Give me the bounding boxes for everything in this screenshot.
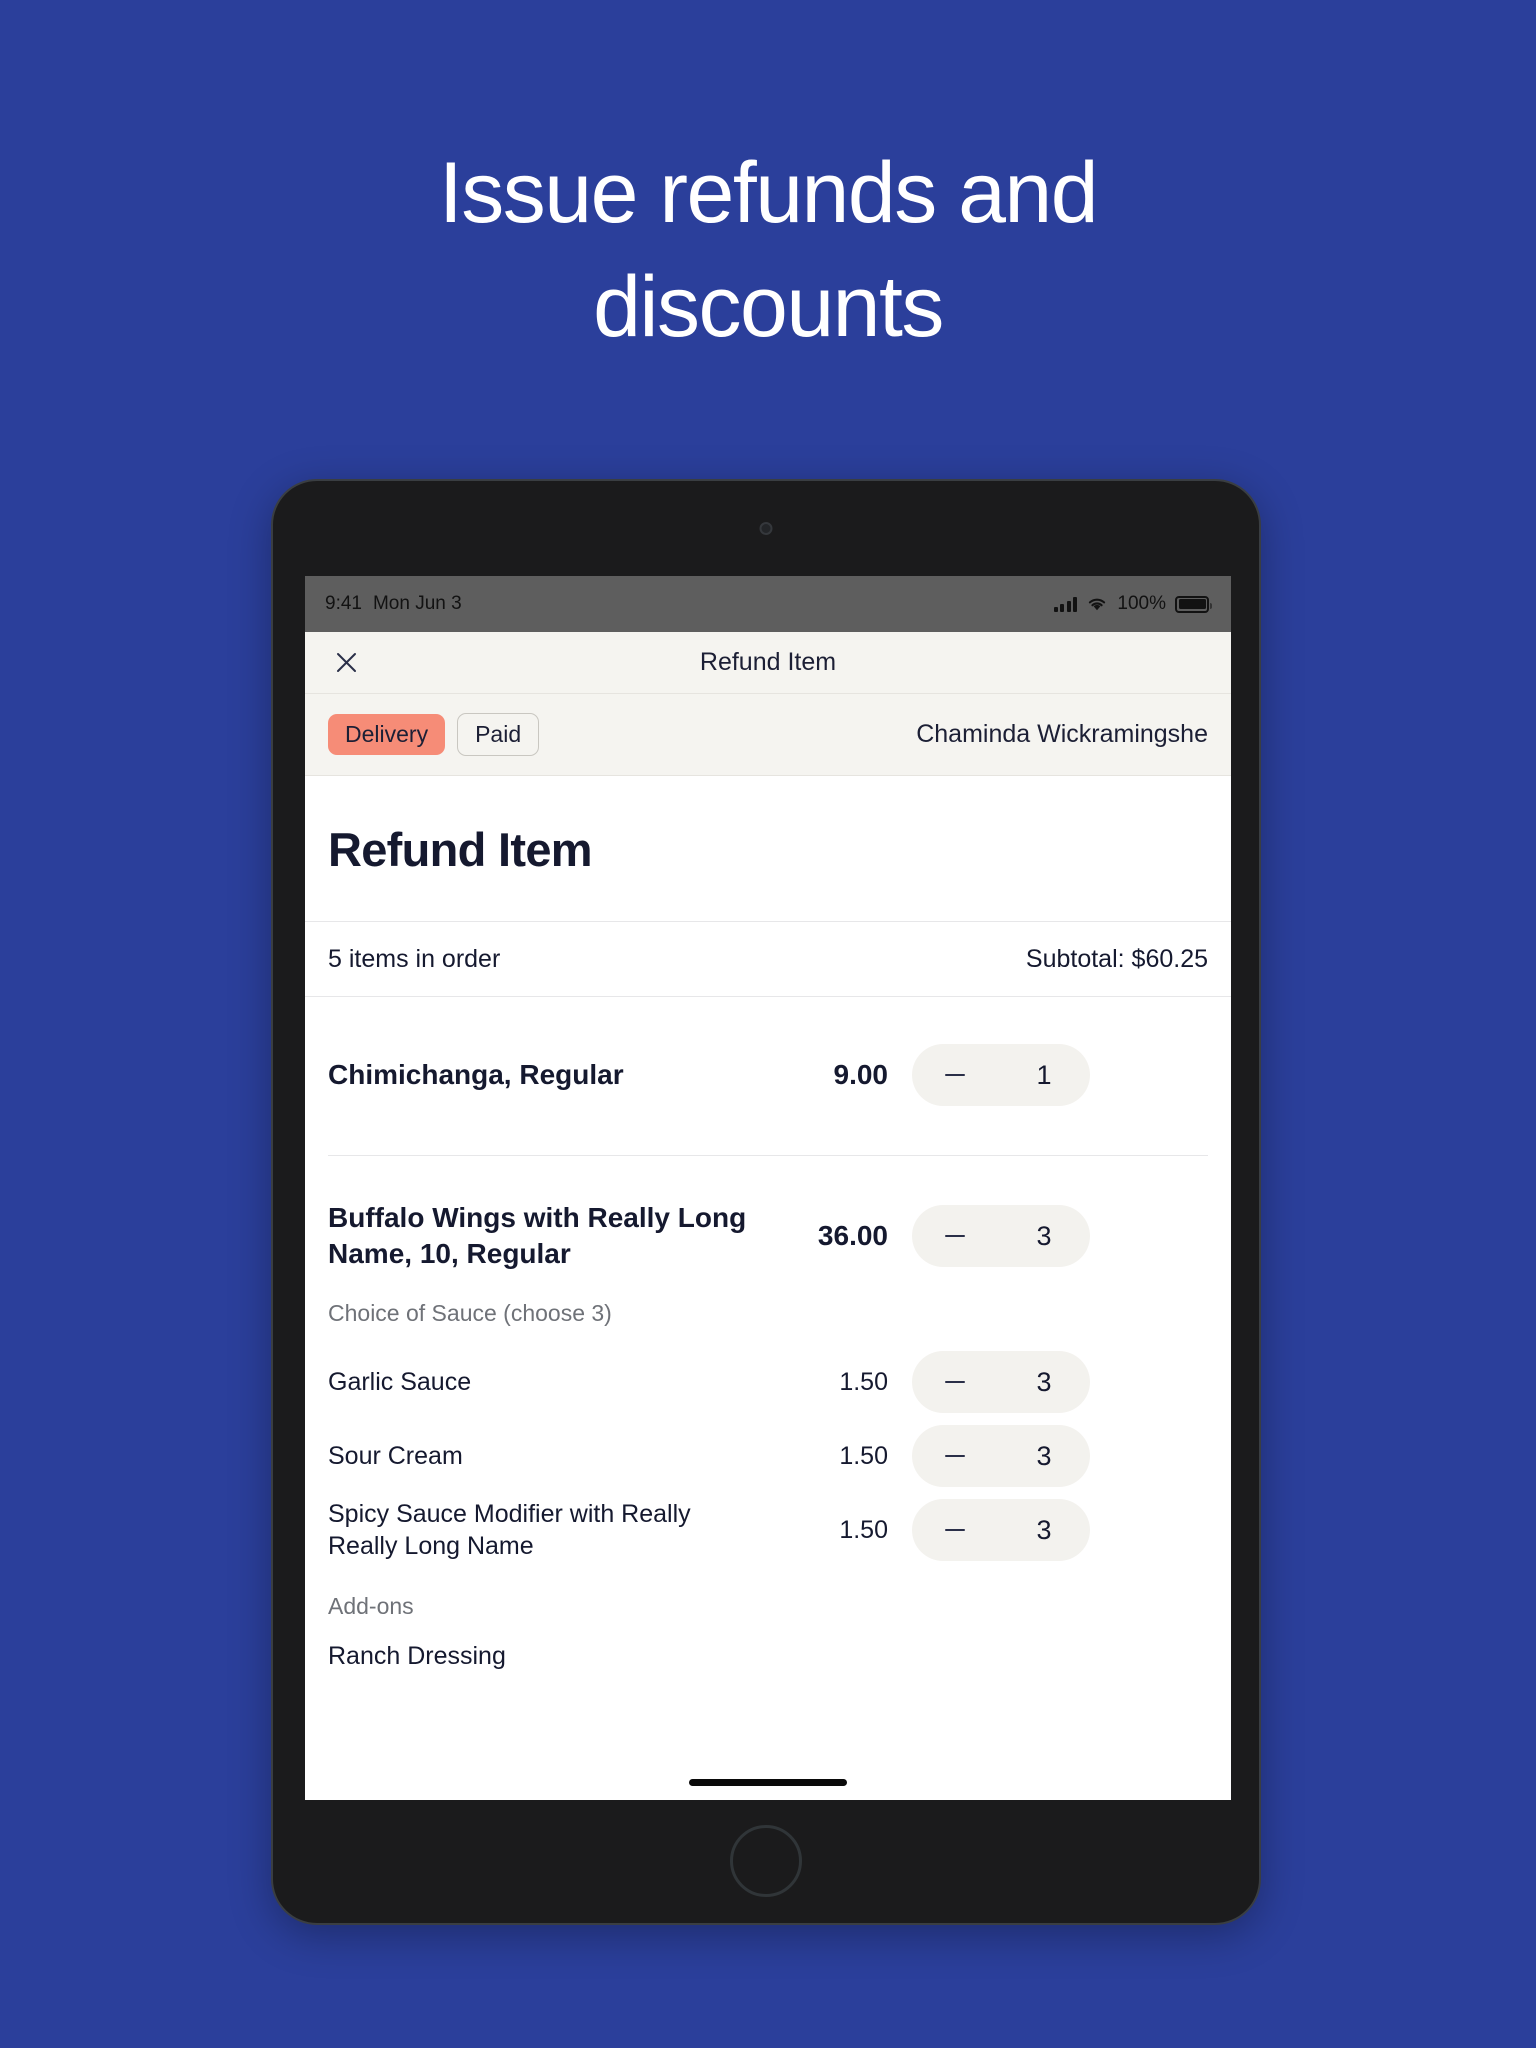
- status-bar: 9:41 Mon Jun 3 100%: [305, 576, 1231, 632]
- table-row[interactable]: Buffalo Wings with Really Long Name, 10,…: [305, 1156, 1231, 1286]
- sheet-body[interactable]: Refund Item 5 items in order Subtotal: $…: [305, 776, 1231, 1800]
- headline-line-2: discounts: [593, 259, 944, 355]
- minus-icon[interactable]: [945, 1073, 965, 1077]
- device-screen: 9:41 Mon Jun 3 100% Refund Item Delivery…: [305, 576, 1231, 1800]
- quantity-stepper[interactable]: 3: [912, 1351, 1090, 1413]
- marketing-headline: Issue refunds and discounts: [0, 150, 1536, 350]
- status-badge-paid: Paid: [457, 713, 540, 756]
- item-count-label: 5 items in order: [328, 944, 501, 973]
- item-price: 36.00: [817, 1220, 888, 1251]
- status-bar-right: 100%: [1053, 593, 1212, 615]
- refund-item-sheet: Refund Item Delivery Paid Chaminda Wickr…: [305, 632, 1231, 1800]
- quantity-value: 3: [1036, 1366, 1052, 1397]
- battery-percent-label: 100%: [1117, 593, 1166, 614]
- modifier-group-label: Choice of Sauce (choose 3): [328, 1300, 612, 1326]
- home-indicator: [689, 1779, 847, 1786]
- table-row[interactable]: Chimichanga, Regular 9.00 1: [305, 997, 1231, 1127]
- headline-line-1: Issue refunds and: [438, 145, 1099, 241]
- addon-item-name: Ranch Dressing: [328, 1642, 506, 1670]
- page-title: Refund Item: [328, 823, 593, 876]
- sheet-meta-bar: Delivery Paid Chaminda Wickramingshe: [305, 694, 1231, 776]
- home-button[interactable]: [730, 1825, 802, 1897]
- order-badges: Delivery Paid: [328, 713, 540, 756]
- item-name: Sour Cream: [328, 1442, 463, 1470]
- order-summary-row: 5 items in order Subtotal: $60.25: [305, 921, 1231, 997]
- status-badge-delivery: Delivery: [328, 714, 446, 755]
- battery-icon: [1175, 595, 1212, 613]
- table-row[interactable]: Spicy Sauce Modifier with Really Really …: [305, 1493, 1231, 1567]
- subtotal-label: Subtotal: $60.25: [1025, 944, 1208, 973]
- status-bar-left: 9:41 Mon Jun 3: [325, 593, 462, 615]
- wifi-icon: [1086, 596, 1108, 612]
- item-name: Buffalo Wings with Really Long Name, 10,…: [328, 1202, 747, 1269]
- sheet-header-title: Refund Item: [699, 648, 837, 676]
- item-price: 1.50: [839, 1441, 888, 1470]
- cellular-signal-icon: [1053, 596, 1078, 612]
- item-price: 1.50: [839, 1367, 888, 1396]
- customer-name: Chaminda Wickramingshe: [916, 720, 1208, 748]
- quantity-value: 3: [1036, 1514, 1052, 1545]
- item-name: Chimichanga, Regular: [328, 1059, 624, 1091]
- front-camera-icon: [759, 522, 773, 535]
- refund-item-list: Chimichanga, Regular 9.00 1 Buffalo Wing…: [305, 997, 1231, 1671]
- quantity-stepper[interactable]: 3: [912, 1499, 1090, 1561]
- status-bar-time: 9:41: [325, 593, 362, 614]
- quantity-stepper[interactable]: 3: [912, 1205, 1090, 1267]
- sheet-header: Refund Item: [305, 632, 1231, 694]
- quantity-stepper[interactable]: 1: [912, 1044, 1090, 1106]
- addons-group-label: Add-ons: [328, 1593, 414, 1619]
- item-price: 9.00: [833, 1059, 889, 1090]
- minus-icon[interactable]: [945, 1234, 965, 1238]
- table-row[interactable]: Garlic Sauce 1.50 3: [305, 1345, 1231, 1419]
- table-row[interactable]: Sour Cream 1.50 3: [305, 1419, 1231, 1493]
- minus-icon[interactable]: [945, 1380, 965, 1384]
- tablet-device: 9:41 Mon Jun 3 100% Refund Item Delivery…: [271, 479, 1261, 1925]
- quantity-value: 3: [1036, 1220, 1052, 1251]
- item-name: Garlic Sauce: [328, 1368, 472, 1396]
- quantity-stepper[interactable]: 3: [912, 1425, 1090, 1487]
- quantity-value: 1: [1036, 1059, 1052, 1090]
- item-name: Spicy Sauce Modifier with Really Really …: [328, 1500, 691, 1560]
- item-price: 1.50: [839, 1515, 888, 1544]
- quantity-value: 3: [1036, 1440, 1052, 1471]
- minus-icon[interactable]: [945, 1528, 965, 1532]
- status-bar-date: Mon Jun 3: [372, 593, 462, 614]
- minus-icon[interactable]: [945, 1454, 965, 1458]
